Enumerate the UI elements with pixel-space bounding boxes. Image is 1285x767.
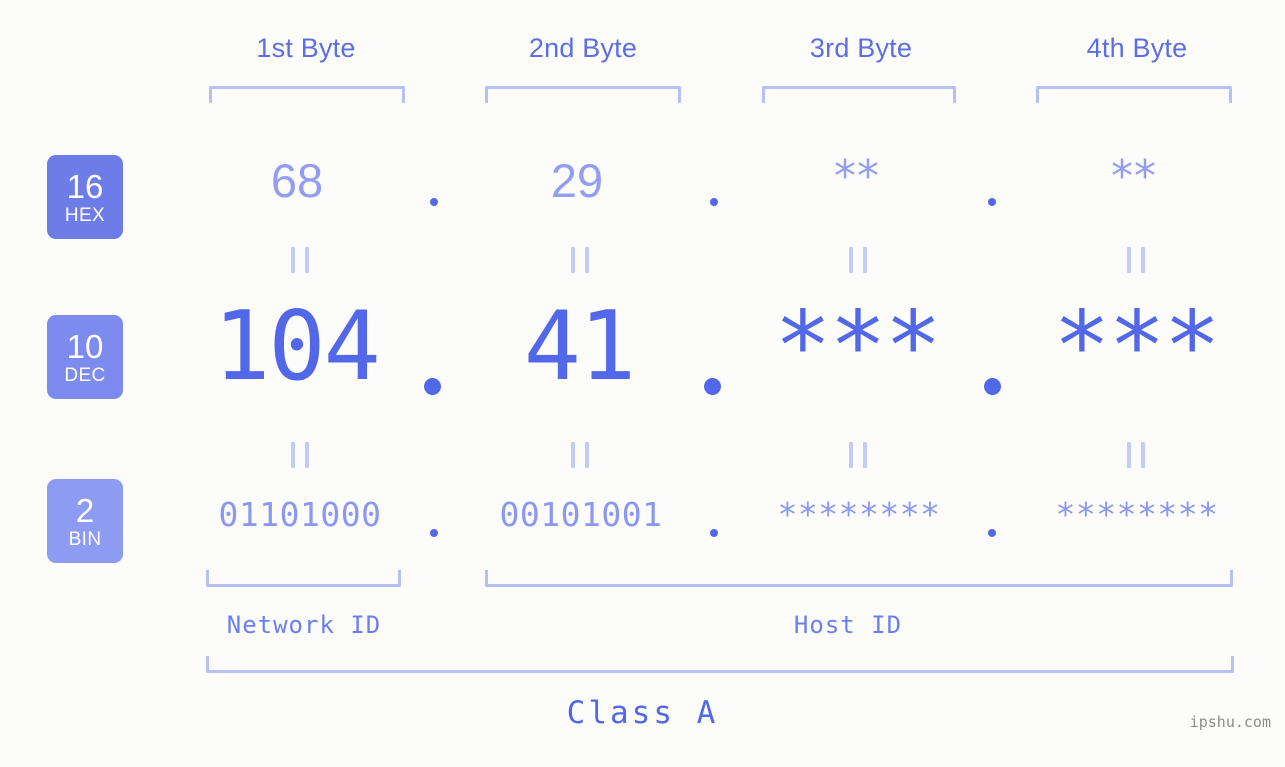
byte-bracket-2 xyxy=(485,86,681,103)
class-bracket xyxy=(206,656,1234,673)
hex-byte-2: 29 xyxy=(550,154,604,207)
bin-dot-separator-2 xyxy=(710,529,718,537)
equality-mark-dec-bin-2 xyxy=(571,442,589,468)
hex-byte-1: 68 xyxy=(270,154,324,207)
radix-badge-hex-number: 16 xyxy=(66,167,104,205)
host-id-bracket xyxy=(485,570,1233,587)
byte-bracket-3 xyxy=(762,86,956,103)
host-id-label: Host ID xyxy=(793,611,903,639)
bin-byte-4: ******** xyxy=(1055,495,1219,534)
radix-badge-dec: 10 DEC xyxy=(47,315,123,399)
site-watermark: ipshu.com xyxy=(1189,713,1271,731)
network-id-bracket xyxy=(206,570,401,587)
radix-badge-bin: 2 BIN xyxy=(47,479,123,563)
dec-byte-3: *** xyxy=(774,292,942,402)
bin-dot-separator-1 xyxy=(430,529,438,537)
dec-byte-4: *** xyxy=(1053,292,1221,402)
byte-header-4: 4th Byte xyxy=(1086,33,1188,63)
equality-mark-hex-dec-1 xyxy=(291,247,309,273)
equality-mark-dec-bin-3 xyxy=(849,442,867,468)
bin-byte-2: 00101001 xyxy=(499,495,663,534)
dec-byte-2: 41 xyxy=(523,292,636,402)
radix-badge-dec-label: DEC xyxy=(64,364,106,386)
equality-mark-hex-dec-4 xyxy=(1127,247,1145,273)
network-id-label: Network ID xyxy=(226,611,382,639)
ip-breakdown-diagram: 1st Byte 2nd Byte 3rd Byte 4th Byte 16 H… xyxy=(0,0,1285,767)
dec-dot-separator-3 xyxy=(984,378,1001,395)
hex-byte-3: ** xyxy=(834,151,880,202)
dec-byte-1: 104 xyxy=(213,292,381,402)
bin-byte-3: ******** xyxy=(777,495,941,534)
equality-mark-dec-bin-1 xyxy=(291,442,309,468)
dec-dot-separator-1 xyxy=(424,378,441,395)
bin-byte-1: 01101000 xyxy=(218,495,382,534)
byte-header-3: 3rd Byte xyxy=(809,33,913,63)
byte-bracket-1 xyxy=(209,86,405,103)
byte-header-1: 1st Byte xyxy=(256,33,356,63)
hex-dot-separator-2 xyxy=(710,198,718,206)
radix-badge-hex: 16 HEX xyxy=(47,155,123,239)
hex-dot-separator-1 xyxy=(430,198,438,206)
radix-badge-bin-number: 2 xyxy=(75,491,95,529)
bin-dot-separator-3 xyxy=(988,529,996,537)
radix-badge-dec-number: 10 xyxy=(66,327,104,365)
equality-mark-dec-bin-4 xyxy=(1127,442,1145,468)
equality-mark-hex-dec-2 xyxy=(571,247,589,273)
byte-header-2: 2nd Byte xyxy=(528,33,638,63)
hex-byte-4: ** xyxy=(1111,151,1157,202)
dec-dot-separator-2 xyxy=(704,378,721,395)
byte-bracket-4 xyxy=(1036,86,1232,103)
equality-mark-hex-dec-3 xyxy=(849,247,867,273)
class-label: Class A xyxy=(566,695,719,731)
radix-badge-hex-label: HEX xyxy=(64,204,106,226)
hex-dot-separator-3 xyxy=(988,198,996,206)
radix-badge-bin-label: BIN xyxy=(68,528,102,550)
